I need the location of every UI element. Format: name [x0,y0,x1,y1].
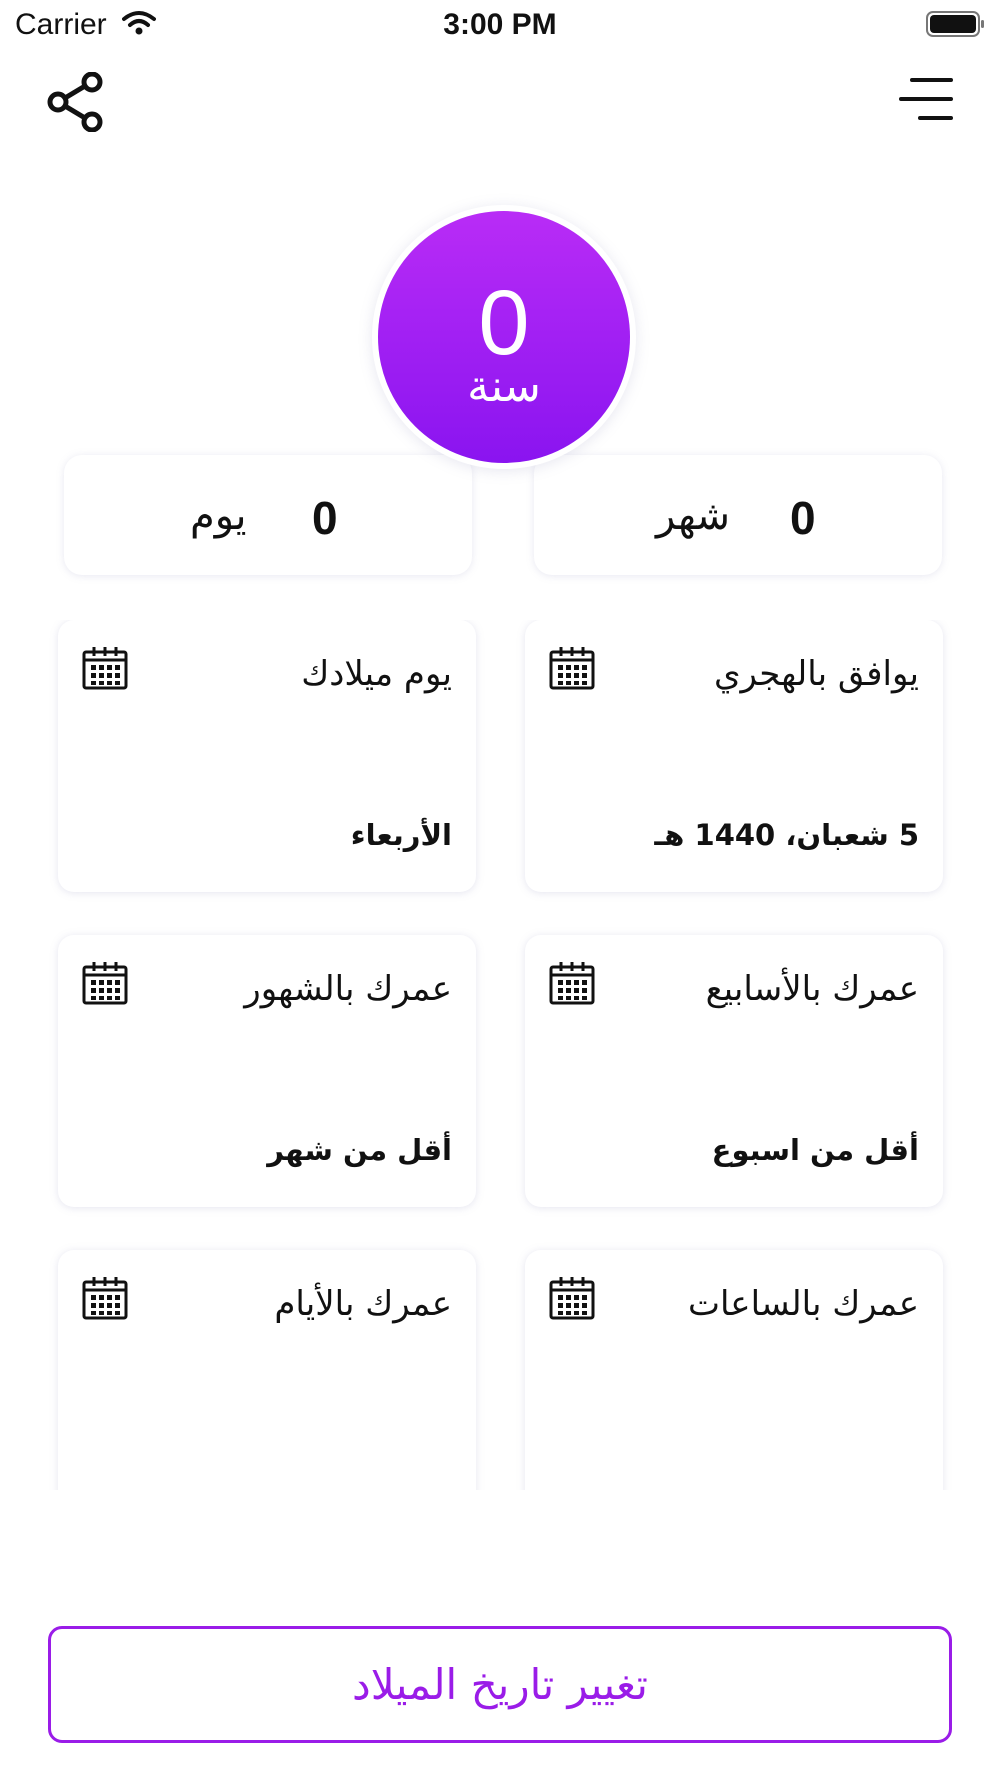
age-months-card[interactable]: عمرك بالشهور أقل من شهر [58,935,476,1207]
card-title: يوم ميلادك [301,654,452,694]
days-label: يوم [190,493,247,539]
status-time: 3:00 PM [443,8,557,41]
card-value: 5 شعبان، 1440 هـ [654,818,919,852]
card-value: أقل من اسبوع [711,1133,919,1167]
age-years-label: سنة [467,361,541,412]
menu-button[interactable] [898,76,954,126]
card-title: عمرك بالأيام [274,1284,452,1324]
birth-weekday-card[interactable]: يوم ميلادك الأربعاء [58,620,476,892]
age-years-value: 0 [478,272,530,374]
status-bar: Carrier 3:00 PM [0,0,1000,50]
calendar-icon [549,962,595,1005]
share-button[interactable] [46,71,106,136]
age-days-card[interactable]: عمرك بالأيام [58,1250,476,1490]
age-circle-fill: 0 سنة [378,211,630,463]
calendar-icon [82,962,128,1005]
card-value: الأربعاء [350,818,452,852]
age-hours-card[interactable]: عمرك بالساعات [525,1250,943,1490]
info-cards-grid: يوافق بالهجري 5 شعبان، 1440 هـ يوم ميلاد… [0,620,1000,1490]
card-title: عمرك بالساعات [687,1284,919,1324]
age-weeks-card[interactable]: عمرك بالأسابيع أقل من اسبوع [525,935,943,1207]
card-title: عمرك بالشهور [244,969,452,1009]
calendar-icon [82,647,128,690]
share-icon [47,71,103,133]
calendar-icon [82,1277,128,1320]
age-circle: 0 سنة [372,205,636,469]
card-title: يوافق بالهجري [713,654,919,694]
days-value: 0 [312,492,338,544]
months-label: شهر [656,493,731,539]
card-value: أقل من شهر [267,1133,452,1167]
battery-icon [926,11,984,37]
card-title: عمرك بالأسابيع [705,969,919,1009]
hijri-date-card[interactable]: يوافق بالهجري 5 شعبان، 1440 هـ [525,620,943,892]
menu-icon [899,78,953,120]
days-card: 0 يوم [64,455,472,575]
calendar-icon [549,647,595,690]
months-card: 0 شهر [534,455,942,575]
calendar-icon [549,1277,595,1320]
months-value: 0 [790,492,816,544]
change-birthdate-button[interactable]: تغيير تاريخ الميلاد [48,1626,952,1743]
